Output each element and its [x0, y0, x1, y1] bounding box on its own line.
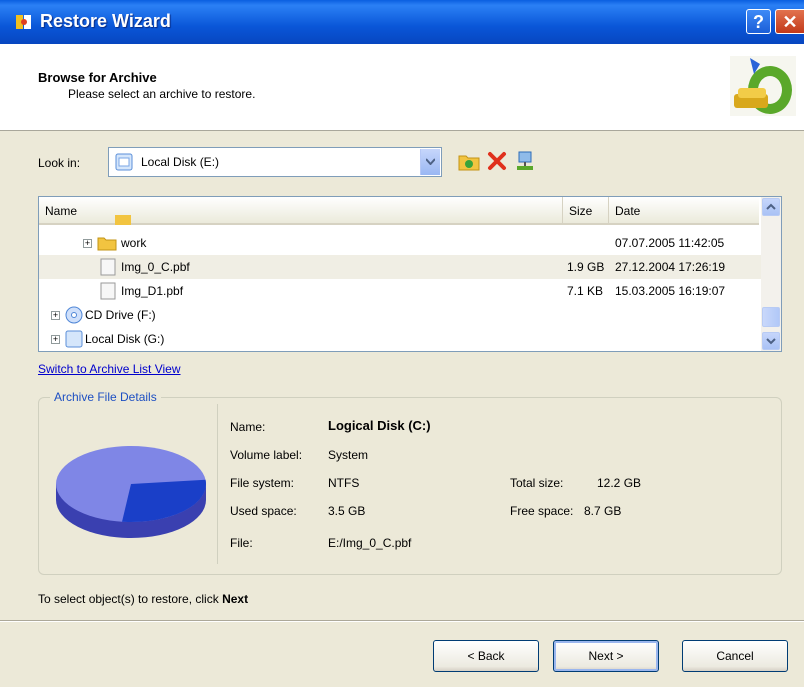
disk-usage-pie-chart [56, 446, 207, 538]
local-disk-icon [115, 153, 133, 171]
title-bar[interactable]: Restore Wizard ? ✕ [0, 0, 804, 44]
row-name: work [121, 236, 147, 250]
vertical-scrollbar[interactable] [761, 197, 781, 351]
name-value: Logical Disk (C:) [328, 418, 431, 433]
free-space-value: 8.7 GB [584, 504, 622, 518]
help-button[interactable]: ? [746, 9, 771, 34]
archive-file-icon [100, 282, 116, 300]
wizard-header: Browse for Archive Please select an arch… [0, 44, 804, 131]
chevron-down-icon [426, 158, 435, 165]
page-title: Browse for Archive [38, 70, 157, 85]
restore-wizard-window: Restore Wizard ? ✕ Browse for Archive Pl… [0, 0, 804, 687]
dropdown-arrow-button[interactable] [420, 149, 440, 175]
local-disk-icon [65, 330, 83, 348]
row-date: 07.07.2005 11:42:05 [615, 236, 725, 250]
used-space-value: 3.5 GB [328, 504, 366, 518]
row-name: CD Drive (F:) [85, 308, 156, 322]
restore-graphic-icon [730, 56, 796, 116]
new-folder-icon[interactable] [456, 148, 482, 174]
tree-row-img-d1[interactable]: Img_D1.pbf 7.1 KB 15.03.2005 16:19:07 [39, 279, 761, 303]
cancel-button[interactable]: Cancel [682, 640, 788, 672]
scroll-up-button[interactable] [762, 198, 780, 216]
tree-row-cd-drive[interactable]: + CD Drive (F:) [39, 303, 761, 327]
instruction-next-keyword: Next [222, 592, 249, 606]
app-icon [16, 15, 31, 29]
folder-partial-icon [115, 215, 131, 225]
details-divider [217, 404, 218, 564]
file-value: E:/Img_0_C.pbf [328, 536, 412, 550]
volume-label-label: Volume label: [230, 448, 303, 462]
network-icon[interactable] [512, 148, 538, 174]
row-size: 1.9 GB [567, 260, 605, 274]
name-label: Name: [230, 420, 266, 434]
back-button[interactable]: < Back [433, 640, 539, 672]
file-system-value: NTFS [328, 476, 360, 490]
archive-tree[interactable]: Name Size Date + work 07.07.2005 11:42:0… [38, 196, 782, 352]
row-name: Img_0_C.pbf [121, 260, 190, 274]
chevron-down-icon [766, 338, 776, 345]
look-in-value: Local Disk (E:) [141, 155, 220, 169]
archive-file-icon [100, 258, 116, 276]
free-space-label: Free space: [510, 504, 574, 518]
total-size-value: 12.2 GB [597, 476, 642, 490]
row-name: Img_D1.pbf [121, 284, 184, 298]
column-header-size[interactable]: Size [563, 197, 609, 225]
row-date: 15.03.2005 16:19:07 [615, 284, 726, 298]
scroll-thumb[interactable] [762, 307, 780, 327]
row-date: 27.12.2004 17:26:19 [615, 260, 726, 274]
folder-icon [97, 237, 117, 251]
expand-icon[interactable]: + [51, 335, 60, 344]
archive-details-title: Archive File Details [50, 390, 161, 404]
look-in-label: Look in: [38, 156, 81, 170]
total-size-label: Total size: [510, 476, 564, 490]
column-header-date[interactable]: Date [609, 197, 759, 225]
window-title: Restore Wizard [40, 11, 171, 31]
file-system-label: File system: [230, 476, 295, 490]
instruction-message: To select object(s) to restore, click [38, 592, 219, 606]
expand-icon[interactable]: + [51, 311, 60, 320]
scroll-down-button[interactable] [762, 332, 780, 350]
next-button[interactable]: Next > [553, 640, 659, 672]
cd-drive-icon [65, 306, 83, 324]
instruction-text: To select object(s) to restore, click Ne… [38, 592, 248, 606]
close-button[interactable]: ✕ [775, 9, 804, 34]
chevron-up-icon [766, 203, 776, 210]
tree-row-img-0-c[interactable]: Img_0_C.pbf 1.9 GB 27.12.2004 17:26:19 [39, 255, 761, 279]
row-name: Local Disk (G:) [85, 332, 165, 346]
tree-row-local-disk-g[interactable]: + Local Disk (G:) [39, 327, 761, 351]
row-size: 7.1 KB [567, 284, 604, 298]
footer-separator [0, 620, 804, 622]
volume-label-value: System [328, 448, 369, 462]
look-in-dropdown[interactable]: Local Disk (E:) [108, 147, 442, 177]
page-subtitle: Please select an archive to restore. [68, 87, 256, 101]
expand-icon[interactable]: + [83, 239, 92, 248]
file-label: File: [230, 536, 253, 550]
used-space-label: Used space: [230, 504, 297, 518]
tree-row-work[interactable]: + work 07.07.2005 11:42:05 [39, 231, 761, 255]
delete-icon[interactable] [484, 148, 510, 174]
switch-view-link[interactable]: Switch to Archive List View [38, 362, 181, 376]
